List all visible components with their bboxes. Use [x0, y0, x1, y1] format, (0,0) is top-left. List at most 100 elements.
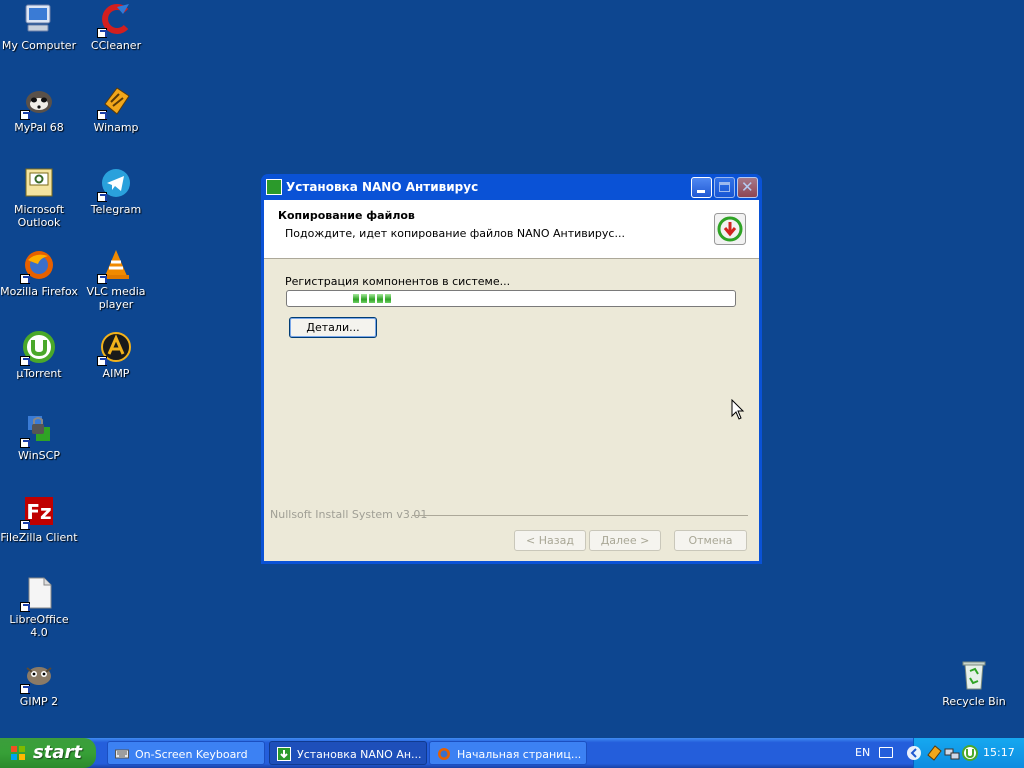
desktop-icon-libreoffice[interactable]: LibreOffice 4.0 — [0, 576, 78, 639]
page-title: Копирование файлов — [278, 209, 415, 222]
desktop-icon-label: Winamp — [93, 121, 139, 134]
installer-window[interactable]: Установка NANO Антивирус ✕ Копирование ф… — [261, 174, 762, 564]
desktop-icon-label: WinSCP — [18, 449, 60, 462]
network-icon[interactable] — [944, 745, 960, 761]
close-icon: ✕ — [741, 178, 754, 196]
aimp-icon — [97, 330, 133, 366]
desktop-icon-aimp[interactable]: AIMP — [77, 330, 155, 380]
desktop-icon-label: Mozilla Firefox — [0, 285, 78, 298]
start-label: start — [33, 742, 82, 763]
computer-icon — [22, 2, 56, 36]
show-hidden-icons-chevron-icon[interactable] — [906, 745, 922, 761]
shortcut-arrow-icon — [97, 356, 107, 366]
desktop-icon-telegram[interactable]: Telegram — [77, 166, 155, 216]
details-button[interactable]: Детали... — [289, 317, 377, 338]
desktop-icon-label: µTorrent — [16, 367, 62, 380]
start-button[interactable]: start — [0, 738, 96, 768]
page-subtitle: Подождите, идет копирование файлов NANO … — [285, 227, 625, 240]
maximize-button[interactable] — [714, 177, 735, 198]
keyboard-icon — [115, 749, 129, 759]
ccleaner-icon — [97, 2, 133, 38]
svg-text:Fz: Fz — [26, 500, 51, 524]
language-indicator[interactable]: EN — [855, 746, 870, 759]
recycle-bin-icon — [957, 658, 991, 692]
desktop-icon-gimp[interactable]: GIMP 2 — [0, 658, 78, 708]
shortcut-arrow-icon — [97, 28, 107, 38]
desktop-icon-label: GIMP 2 — [19, 695, 59, 708]
back-button[interactable]: < Назад — [514, 530, 586, 551]
progress-blocks — [353, 294, 391, 303]
installer-header: Копирование файлов Подождите, идет копир… — [264, 200, 759, 259]
telegram-icon — [97, 166, 133, 202]
window-title: Установка NANO Антивирус — [286, 180, 479, 194]
shortcut-arrow-icon — [97, 274, 107, 284]
taskbar-item-label: On-Screen Keyboard — [135, 748, 248, 761]
nsis-branding: Nullsoft Install System v3.01 — [270, 508, 428, 521]
taskbar-item-label: Начальная страниц... — [457, 748, 582, 761]
shortcut-arrow-icon — [97, 110, 107, 120]
winamp-tray-icon[interactable] — [926, 745, 942, 761]
taskbar-item-label: Установка NANO Ан... — [297, 748, 422, 761]
download-arrow-icon — [266, 179, 282, 195]
raccoon-icon — [20, 84, 56, 120]
desktop-icon-mypal[interactable]: MyPal 68 — [0, 84, 78, 134]
shortcut-arrow-icon — [20, 438, 30, 448]
shortcut-arrow-icon — [20, 684, 30, 694]
desktop-icon-label: FileZilla Client — [0, 531, 78, 544]
window-client-area: Копирование файлов Подождите, идет копир… — [264, 200, 759, 561]
desktop-icon-label: VLC media player — [86, 285, 146, 311]
close-button[interactable]: ✕ — [737, 177, 758, 198]
utorrent-tray-icon[interactable] — [962, 745, 978, 761]
minimize-icon — [697, 190, 705, 193]
desktop-icon-outlook[interactable]: Microsoft Outlook — [0, 166, 78, 229]
shortcut-arrow-icon — [20, 110, 30, 120]
desktop-icon-vlc[interactable]: VLC media player — [77, 248, 155, 311]
shortcut-arrow-icon — [20, 602, 30, 612]
download-arrow-icon — [277, 747, 291, 761]
winscp-icon — [20, 412, 56, 448]
clock[interactable]: 15:17 — [983, 746, 1015, 759]
windows-logo-icon — [11, 746, 25, 760]
desktop-icon-label: Telegram — [90, 203, 142, 216]
shortcut-arrow-icon — [20, 356, 30, 366]
taskbar-item-firefox[interactable]: Начальная страниц... — [429, 741, 587, 765]
install-status-text: Регистрация компонентов в системе... — [285, 275, 511, 288]
desktop-icon-firefox[interactable]: Mozilla Firefox — [0, 248, 78, 298]
system-tray: 15:17 — [907, 738, 1024, 768]
taskbar-item-on-screen-keyboard[interactable]: On-Screen Keyboard — [107, 741, 265, 765]
desktop-icon-label: AIMP — [102, 367, 130, 380]
outlook-icon — [22, 166, 56, 200]
desktop-icon-ccleaner[interactable]: CCleaner — [77, 2, 155, 52]
firefox-icon — [20, 248, 56, 284]
desktop-icon-label: LibreOffice 4.0 — [9, 613, 69, 639]
utorrent-icon — [20, 330, 56, 366]
taskbar-item-nano-installer[interactable]: Установка NANO Ан... — [269, 741, 427, 765]
next-button[interactable]: Далее > — [589, 530, 661, 551]
desktop-icon-filezilla[interactable]: Fz FileZilla Client — [0, 494, 78, 544]
gimp-icon — [20, 658, 56, 694]
desktop-icon-label: Recycle Bin — [942, 695, 1006, 708]
shortcut-arrow-icon — [20, 274, 30, 284]
maximize-icon — [719, 182, 730, 192]
cancel-button[interactable]: Отмена — [674, 530, 747, 551]
window-titlebar[interactable]: Установка NANO Антивирус ✕ — [264, 174, 759, 200]
desktop-icon-label: MyPal 68 — [14, 121, 64, 134]
desktop-icon-recycle-bin[interactable]: Recycle Bin — [935, 658, 1013, 708]
desktop-icon-utorrent[interactable]: µTorrent — [0, 330, 78, 380]
footer-divider — [412, 515, 748, 516]
minimize-button[interactable] — [691, 177, 712, 198]
mouse-cursor-icon — [731, 399, 745, 420]
firefox-icon — [438, 748, 450, 760]
desktop-icon-label: CCleaner — [90, 39, 142, 52]
desktop-icon-label: Microsoft Outlook — [13, 203, 65, 229]
taskbar: start On-Screen Keyboard Установка NANO … — [0, 738, 1024, 768]
vlc-cone-icon — [97, 248, 133, 284]
document-icon — [20, 576, 56, 612]
keyboard-layout-icon[interactable] — [879, 747, 893, 758]
desktop-icon-my-computer[interactable]: My Computer — [0, 2, 78, 52]
desktop-icon-winscp[interactable]: WinSCP — [0, 412, 78, 462]
nano-antivirus-icon — [714, 213, 746, 245]
shortcut-arrow-icon — [20, 520, 30, 530]
desktop-icon-winamp[interactable]: Winamp — [77, 84, 155, 134]
desktop-icon-label: My Computer — [1, 39, 77, 52]
